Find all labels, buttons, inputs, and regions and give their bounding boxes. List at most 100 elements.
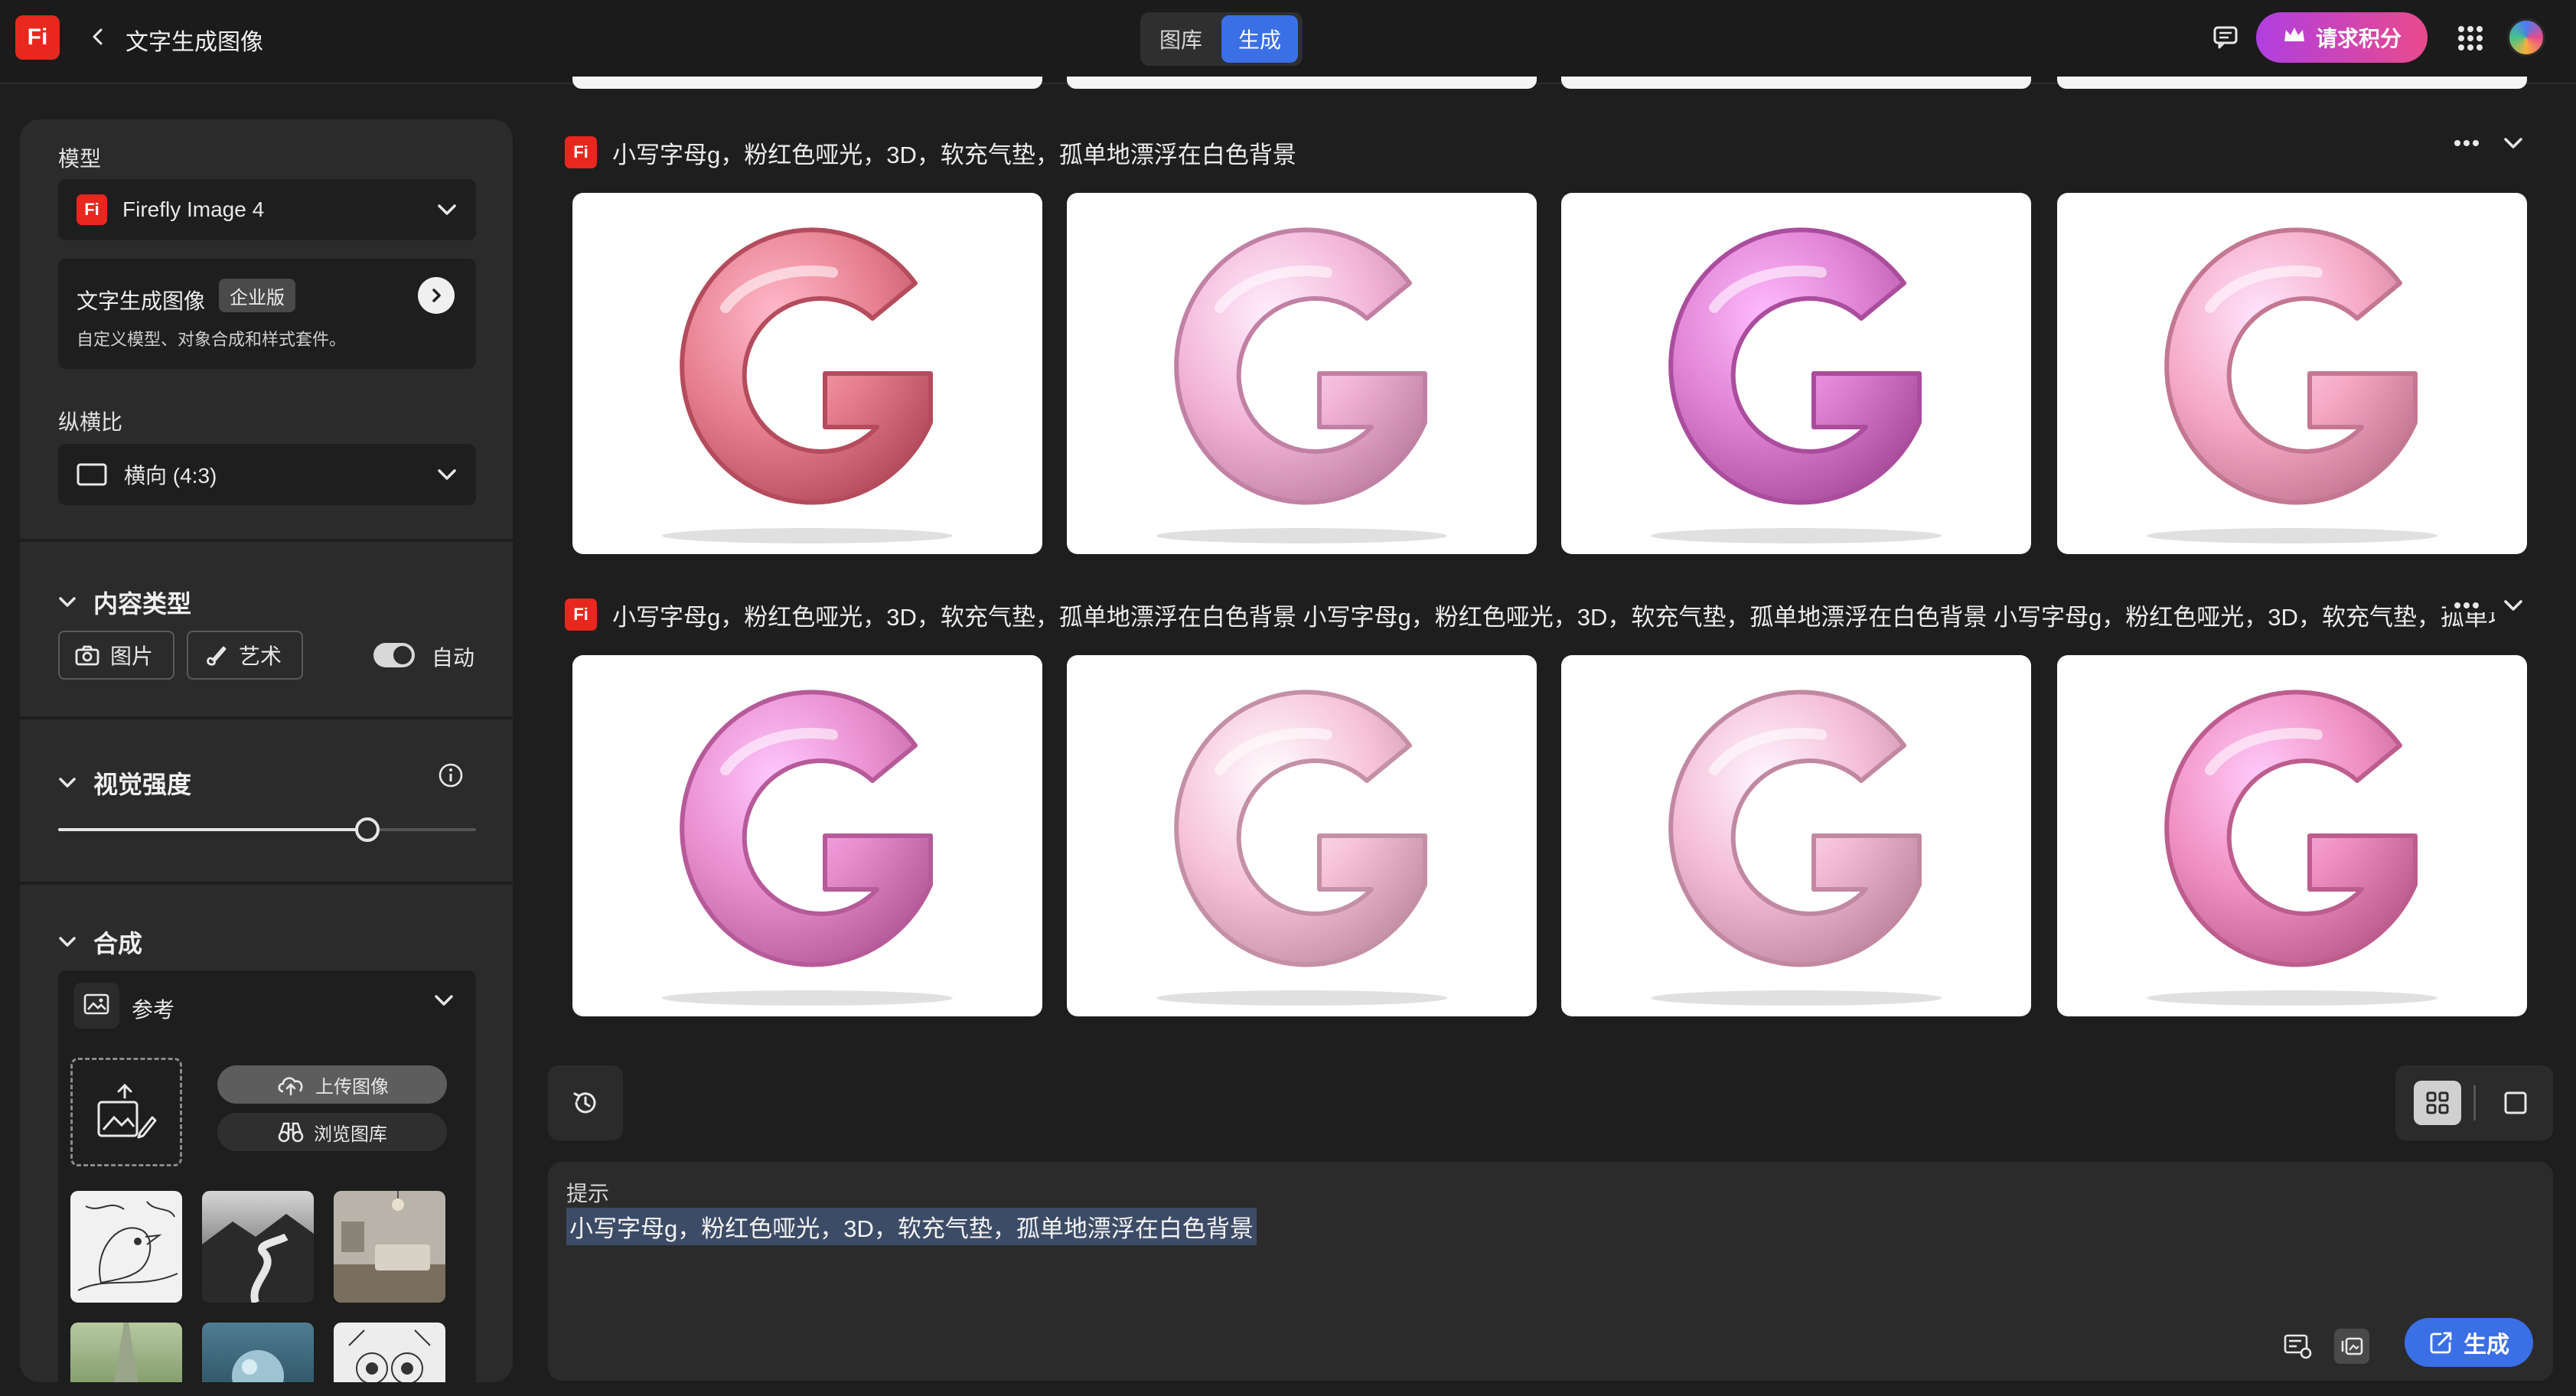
- more-options-icon[interactable]: [2454, 139, 2480, 147]
- divider: [20, 882, 513, 885]
- photo-label: 图片: [110, 644, 154, 668]
- chevron-down-icon: [59, 937, 76, 947]
- upload-image-icon: [97, 1083, 157, 1139]
- tab-gallery[interactable]: 图库: [1143, 15, 1218, 63]
- generated-image[interactable]: [2057, 193, 2527, 554]
- reference-thumbnail-interior[interactable]: [334, 1191, 445, 1303]
- brush-icon: [207, 646, 227, 666]
- reference-thumbnail-owl[interactable]: [334, 1323, 445, 1382]
- chevron-right-icon[interactable]: [418, 277, 455, 314]
- feedback-icon[interactable]: [2210, 21, 2241, 52]
- generated-image[interactable]: [1067, 655, 1537, 1016]
- chevron-down-icon[interactable]: [2503, 136, 2524, 150]
- auto-label: 自动: [432, 646, 475, 670]
- promo-subtitle: 自定义模型、对象合成和样式套件。: [77, 330, 347, 349]
- chevron-down-icon[interactable]: [433, 993, 455, 1011]
- generated-image[interactable]: [1561, 193, 2031, 554]
- reference-thumbnail-sphere[interactable]: [202, 1323, 314, 1382]
- firefly-icon: Fi: [565, 599, 597, 631]
- model-value: Firefly Image 4: [122, 197, 265, 221]
- style-reference-button[interactable]: [2334, 1329, 2369, 1364]
- chevron-down-icon: [436, 462, 458, 487]
- upload-dropzone[interactable]: [70, 1058, 182, 1166]
- visual-intensity-title: 视觉强度: [93, 771, 192, 798]
- generated-image[interactable]: [1561, 655, 2031, 1016]
- firefly-model-icon: Fi: [77, 194, 107, 225]
- page-title: 文字生成图像: [126, 30, 263, 55]
- generation-row-header: Fi 小写字母g，粉红色哑光，3D，软充气垫，孤单地漂浮在白色背景 小写字母g，…: [565, 595, 2524, 634]
- visual-intensity-header[interactable]: 视觉强度: [58, 765, 191, 801]
- content-type-header[interactable]: 内容类型: [58, 585, 191, 620]
- auto-toggle[interactable]: [373, 643, 415, 667]
- apps-grid-icon[interactable]: [2455, 23, 2486, 54]
- previous-result-image[interactable]: [2057, 77, 2527, 89]
- top-bar: Fi 文字生成图像 图库 生成 请求积分: [0, 0, 2576, 84]
- upload-image-label: 上传图像: [315, 1076, 389, 1098]
- firefly-logo[interactable]: Fi: [15, 15, 60, 60]
- grid-view-button[interactable]: [2414, 1081, 2461, 1125]
- slider-handle[interactable]: [355, 817, 380, 842]
- generation-prompt: 小写字母g，粉红色哑光，3D，软充气垫，孤单地漂浮在白色背景: [612, 141, 1296, 168]
- composition-title: 合成: [93, 930, 143, 957]
- previous-result-image[interactable]: [572, 77, 1042, 89]
- content-type-art-button[interactable]: 艺术: [187, 631, 303, 680]
- divider: [20, 539, 513, 542]
- request-credits-button[interactable]: 请求积分: [2256, 12, 2428, 63]
- prompt-settings-icon: [2284, 1334, 2312, 1359]
- visual-intensity-slider[interactable]: [58, 817, 476, 842]
- content-type-title: 内容类型: [93, 590, 192, 618]
- chevron-down-icon[interactable]: [2503, 599, 2524, 612]
- chevron-down-icon: [59, 778, 76, 788]
- single-view-button[interactable]: [2501, 1088, 2530, 1117]
- aspect-ratio-dropdown[interactable]: 横向 (4:3): [58, 444, 476, 505]
- binoculars-icon: [278, 1122, 304, 1143]
- upload-image-button[interactable]: 上传图像: [217, 1065, 447, 1104]
- landscape-icon: [77, 463, 107, 486]
- generate-label: 生成: [2464, 1332, 2509, 1358]
- generate-button[interactable]: 生成: [2405, 1318, 2533, 1367]
- divider: [2473, 1085, 2476, 1120]
- prompt-suggestions-button[interactable]: [2281, 1329, 2316, 1364]
- crown-icon: [2282, 24, 2307, 51]
- reference-label: 参考: [132, 998, 175, 1022]
- slider-fill: [58, 828, 368, 831]
- reference-thumbnail-field[interactable]: [70, 1323, 182, 1382]
- row-actions: [2446, 599, 2524, 612]
- more-options-icon[interactable]: [2454, 602, 2480, 609]
- back-arrow-icon[interactable]: [83, 21, 113, 52]
- row-actions: [2446, 136, 2524, 150]
- browse-gallery-button[interactable]: 浏览图库: [217, 1113, 447, 1151]
- browse-gallery-label: 浏览图库: [314, 1124, 387, 1145]
- request-credits-label: 请求积分: [2315, 27, 2402, 51]
- grid-icon: [2426, 1091, 2449, 1114]
- generated-image[interactable]: [572, 193, 1042, 554]
- previous-result-image[interactable]: [1561, 77, 2031, 89]
- prompt-input[interactable]: 小写字母g，粉红色哑光，3D，软充气垫，孤单地漂浮在白色背景: [566, 1208, 1257, 1245]
- generated-image[interactable]: [572, 655, 1042, 1016]
- reference-thumbnail-landscape[interactable]: [202, 1191, 314, 1303]
- view-mode-switch: 图库 生成: [1140, 12, 1303, 66]
- generate-icon: [2430, 1332, 2452, 1354]
- info-icon[interactable]: [438, 762, 464, 788]
- camera-icon: [75, 645, 99, 666]
- history-icon: [573, 1092, 596, 1114]
- layout-toggle: [2395, 1065, 2553, 1140]
- tab-generate[interactable]: 生成: [1221, 15, 1298, 63]
- model-label: 模型: [58, 147, 102, 171]
- reference-thumbnail-bird[interactable]: [70, 1191, 182, 1303]
- generated-image[interactable]: [2057, 655, 2527, 1016]
- model-dropdown[interactable]: Fi Firefly Image 4: [58, 179, 476, 240]
- previous-result-image[interactable]: [1067, 77, 1537, 89]
- user-avatar[interactable]: [2507, 18, 2545, 57]
- firefly-icon: Fi: [565, 136, 597, 168]
- chevron-down-icon: [436, 197, 458, 222]
- generated-image[interactable]: [1067, 193, 1537, 554]
- aspect-ratio-label: 纵横比: [58, 410, 123, 434]
- art-label: 艺术: [239, 644, 282, 668]
- enterprise-promo-card: 文字生成图像 企业版 自定义模型、对象合成和样式套件。: [58, 259, 476, 369]
- generation-row-header: Fi 小写字母g，粉红色哑光，3D，软充气垫，孤单地漂浮在白色背景: [565, 133, 2524, 171]
- aspect-ratio-value: 横向 (4:3): [124, 464, 217, 488]
- content-type-photo-button[interactable]: 图片: [58, 631, 174, 680]
- history-button[interactable]: [548, 1065, 623, 1140]
- composition-header[interactable]: 合成: [58, 925, 142, 960]
